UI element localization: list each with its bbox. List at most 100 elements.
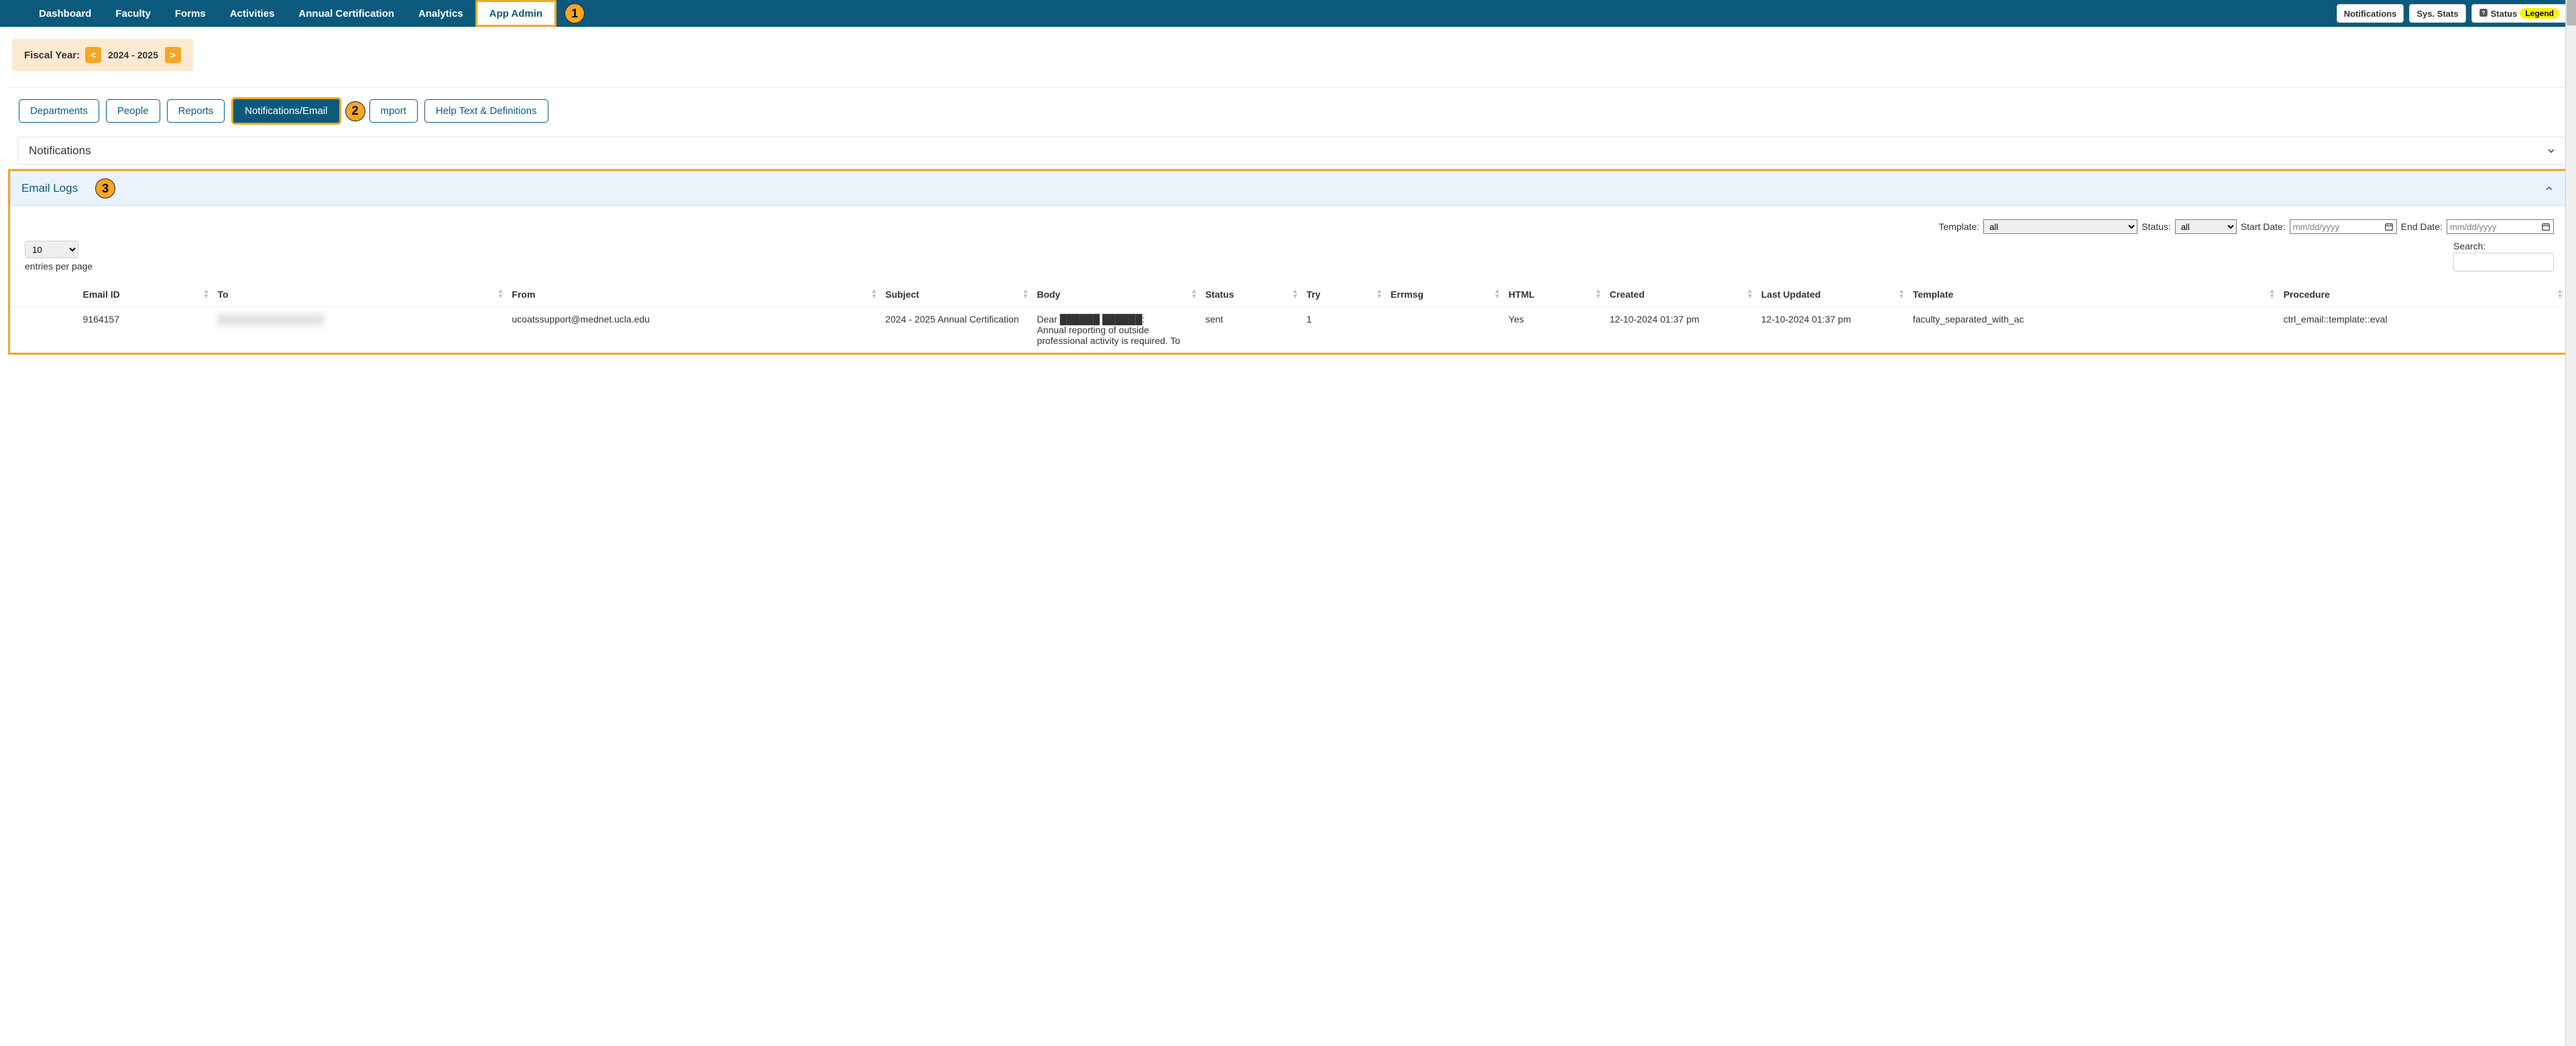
col-subject[interactable]: Subject▲▼ — [880, 282, 1031, 307]
nav-activities[interactable]: Activities — [218, 0, 287, 27]
sort-icon: ▲▼ — [1292, 289, 1299, 300]
subtab-import[interactable]: mport — [369, 99, 418, 123]
cell-status: sent — [1200, 307, 1301, 353]
status-filter-select[interactable]: all — [2175, 219, 2237, 234]
start-date-label: Start Date: — [2241, 221, 2286, 232]
sort-icon: ▲▼ — [1898, 289, 1905, 300]
top-navbar: Dashboard Faculty Forms Activities Annua… — [0, 0, 2576, 27]
subtab-people[interactable]: People — [106, 99, 160, 123]
vertical-scrollbar[interactable] — [2565, 0, 2576, 1046]
table-header-row: Email ID▲▼ To▲▼ From▲▼ Subject▲▼ Body▲▼ … — [10, 282, 2566, 307]
cell-html: Yes — [1503, 307, 1604, 353]
table-top-controls: 10 entries per page Search: — [10, 238, 2566, 276]
email-logs-accordion-header[interactable]: Email Logs 3 — [10, 171, 2566, 206]
end-date-placeholder: mm/dd/yyyy — [2450, 222, 2496, 232]
cell-from: ucoatssupport@mednet.ucla.edu — [506, 307, 880, 353]
template-filter-select[interactable]: all — [1983, 219, 2138, 234]
subtab-help-text-definitions[interactable]: Help Text & Definitions — [424, 99, 548, 123]
sort-icon: ▲▼ — [1376, 289, 1383, 300]
chevron-down-icon — [2546, 146, 2557, 156]
sort-icon: ▲▼ — [1595, 289, 1602, 300]
col-status[interactable]: Status▲▼ — [1200, 282, 1301, 307]
start-date-placeholder: mm/dd/yyyy — [2293, 222, 2339, 232]
col-template[interactable]: Template▲▼ — [1908, 282, 2278, 307]
subtab-row: Departments People Reports Notifications… — [0, 92, 2576, 137]
sort-icon: ▲▼ — [2269, 289, 2276, 300]
col-errmsg[interactable]: Errmsg▲▼ — [1385, 282, 1503, 307]
fiscal-year-label: Fiscal Year: — [24, 50, 80, 61]
sort-icon: ▲▼ — [203, 289, 210, 300]
search-label: Search: — [2453, 241, 2485, 251]
status-button[interactable]: ? Status Legend — [2471, 4, 2567, 23]
fiscal-year-next-button[interactable]: > — [165, 47, 181, 63]
help-icon: ? — [2479, 8, 2488, 19]
template-filter-label: Template: — [1939, 221, 1980, 232]
notifications-section: Notifications — [17, 137, 2568, 165]
sort-icon: ▲▼ — [1494, 289, 1501, 300]
fiscal-year-prev-button[interactable]: < — [85, 47, 101, 63]
col-created[interactable]: Created▲▼ — [1604, 282, 1756, 307]
sort-icon: ▲▼ — [1747, 289, 1753, 300]
cell-errmsg — [1385, 307, 1503, 353]
status-button-label: Status — [2491, 9, 2518, 19]
subtab-reports[interactable]: Reports — [167, 99, 225, 123]
end-date-input[interactable]: mm/dd/yyyy — [2447, 219, 2554, 234]
entries-per-page-select[interactable]: 10 — [25, 241, 78, 258]
search-control: Search: — [2453, 241, 2554, 272]
calendar-icon — [2541, 222, 2551, 231]
subtab-notifications-email[interactable]: Notifications/Email — [233, 99, 339, 123]
col-html[interactable]: HTML▲▼ — [1503, 282, 1604, 307]
entries-per-page-label: entries per page — [25, 261, 93, 272]
col-email-id[interactable]: Email ID▲▼ — [77, 282, 212, 307]
sort-icon: ▲▼ — [1191, 289, 1197, 300]
legend-pill: Legend — [2520, 8, 2559, 19]
nav-app-admin[interactable]: App Admin — [475, 0, 557, 27]
email-logs-title: Email Logs — [21, 182, 78, 195]
calendar-icon — [2384, 222, 2394, 231]
search-input[interactable] — [2453, 253, 2554, 272]
col-last-updated[interactable]: Last Updated▲▼ — [1756, 282, 1908, 307]
sort-icon: ▲▼ — [1022, 289, 1029, 300]
col-try[interactable]: Try▲▼ — [1301, 282, 1385, 307]
start-date-input[interactable]: mm/dd/yyyy — [2290, 219, 2397, 234]
annotation-3-icon: 3 — [95, 178, 115, 198]
status-filter-label: Status: — [2142, 221, 2171, 232]
col-from[interactable]: From▲▼ — [506, 282, 880, 307]
entries-per-page-control: 10 entries per page — [25, 241, 93, 272]
chevron-up-icon — [2544, 183, 2555, 194]
cell-procedure: ctrl_email::template::eval — [2278, 307, 2566, 353]
col-body[interactable]: Body▲▼ — [1031, 282, 1199, 307]
sort-icon: ▲▼ — [497, 289, 504, 300]
cell-email-id: 9164157 — [77, 307, 212, 353]
cell-subject: 2024 - 2025 Annual Certification — [880, 307, 1031, 353]
cell-body: Dear ██████ ██████: Annual reporting of … — [1031, 307, 1199, 353]
annotation-2-icon: 2 — [345, 101, 365, 121]
nav-forms[interactable]: Forms — [163, 0, 218, 27]
email-logs-filter-row: Template: all Status: all Start Date: mm… — [10, 219, 2566, 238]
divider — [8, 87, 2568, 88]
cell-created: 12-10-2024 01:37 pm — [1604, 307, 1756, 353]
col-to[interactable]: To▲▼ — [212, 282, 506, 307]
notifications-accordion-header[interactable]: Notifications — [18, 137, 2567, 164]
annotation-1-icon: 1 — [565, 3, 585, 23]
sys-stats-button[interactable]: Sys. Stats — [2409, 4, 2465, 23]
cell-try: 1 — [1301, 307, 1385, 353]
email-logs-section: Email Logs 3 Template: all Status: all S… — [8, 169, 2568, 355]
nav-analytics[interactable]: Analytics — [406, 0, 475, 27]
subtab-highlight-wrap: Notifications/Email — [231, 97, 341, 125]
sort-icon: ▲▼ — [870, 289, 877, 300]
notifications-button[interactable]: Notifications — [2337, 4, 2404, 23]
notifications-title: Notifications — [29, 144, 91, 158]
col-procedure[interactable]: Procedure▲▼ — [2278, 282, 2566, 307]
scrollbar-thumb[interactable] — [2567, 0, 2576, 25]
email-logs-table: Email ID▲▼ To▲▼ From▲▼ Subject▲▼ Body▲▼ … — [10, 282, 2566, 353]
nav-faculty[interactable]: Faculty — [103, 0, 163, 27]
fiscal-year-control: Fiscal Year: < 2024 - 2025 > — [12, 39, 193, 71]
nav-annual-certification[interactable]: Annual Certification — [286, 0, 406, 27]
end-date-label: End Date: — [2401, 221, 2443, 232]
svg-text:?: ? — [2481, 9, 2485, 15]
table-row: 9164157 ████████████████ ucoatssupport@m… — [10, 307, 2566, 353]
fiscal-year-value: 2024 - 2025 — [107, 50, 160, 60]
nav-dashboard[interactable]: Dashboard — [27, 0, 103, 27]
subtab-departments[interactable]: Departments — [19, 99, 99, 123]
